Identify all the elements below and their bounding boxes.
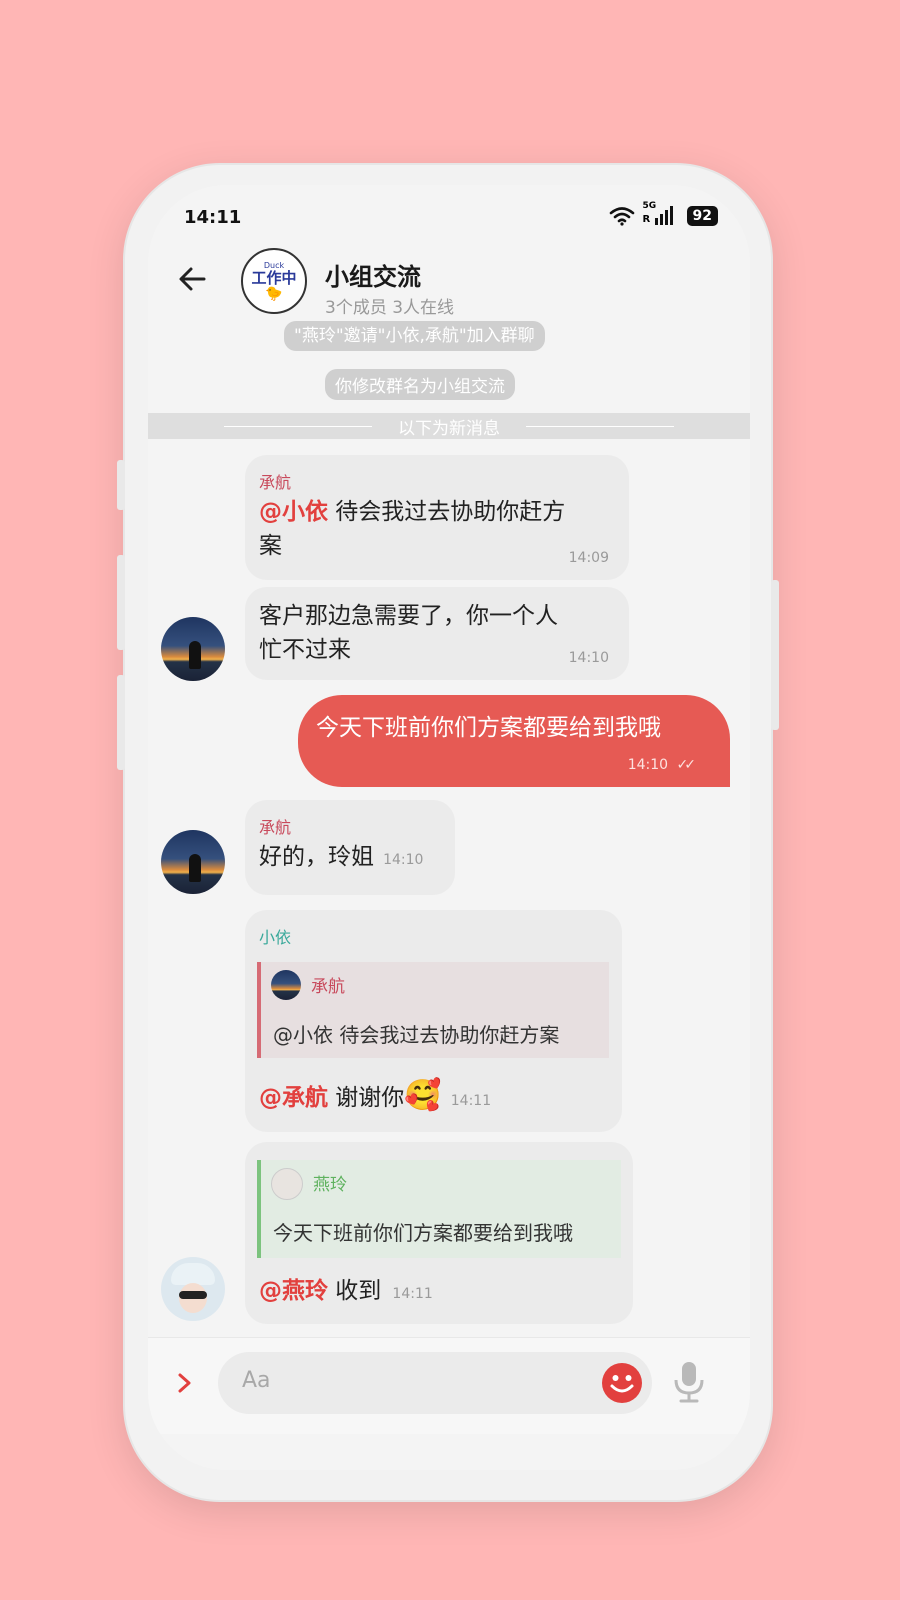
message-time: 14:11 (450, 1093, 492, 1109)
divider-line (224, 425, 372, 427)
message-text: @小依 待会我过去协助你赶方 案 (259, 495, 613, 563)
message-bubble[interactable]: 承航 @小依 待会我过去协助你赶方 案 14:09 (245, 455, 629, 580)
message-time: 14:10 (383, 852, 424, 868)
phone-side-button (117, 460, 125, 510)
battery-indicator: 92 (686, 206, 718, 226)
new-messages-divider: 以下为新消息 (148, 413, 750, 439)
input-placeholder: Aa (242, 1368, 271, 1393)
quoted-message[interactable]: 承航 @小依 待会我过去协助你赶方案 (257, 962, 609, 1058)
group-avatar-text: 工作中 (251, 268, 297, 287)
wifi-icon (609, 207, 634, 226)
sender-avatar[interactable] (161, 617, 225, 681)
quoted-message[interactable]: 燕玲 今天下班前你们方案都要给到我哦 (257, 1160, 621, 1258)
message-text: 今天下班前你们方案都要给到我哦 (316, 715, 661, 741)
sender-avatar[interactable] (161, 830, 225, 894)
message-text: 好的，玲姐 14:10 (259, 840, 439, 874)
message-text: 客户那边急需要了，你一个人 忙不过来 (259, 599, 613, 667)
message-text-part: 谢谢你 (328, 1085, 405, 1111)
message-input[interactable]: Aa (218, 1352, 652, 1414)
system-message: 你修改群名为小组交流 (325, 369, 515, 400)
chevron-right-icon[interactable] (172, 1369, 196, 1397)
microphone-icon[interactable] (672, 1360, 706, 1404)
sender-avatar[interactable] (161, 1257, 225, 1321)
quoted-sender: 承航 (311, 977, 345, 997)
smiley-icon[interactable] (601, 1362, 643, 1404)
message-bubble[interactable]: 客户那边急需要了，你一个人 忙不过来 14:10 (245, 587, 629, 680)
back-arrow-icon[interactable] (176, 263, 208, 295)
message-text: @燕玲 收到 14:11 (259, 1274, 433, 1308)
phone-side-button (117, 675, 125, 770)
phone-side-button (117, 555, 125, 650)
message-meta: 14:10 ✓✓ (627, 757, 697, 773)
group-avatar[interactable]: Duck 工作中 🐤 (241, 248, 307, 314)
phone-side-button (771, 580, 779, 730)
message-text-part: 好的，玲姐 (259, 844, 374, 870)
network-type-label: 5G (642, 201, 657, 211)
group-title[interactable]: 小组交流 (325, 257, 421, 292)
sender-name: 小依 (259, 928, 292, 947)
message-time: 14:10 (568, 650, 609, 666)
message-text-part: 收到 (328, 1278, 382, 1304)
quoted-sender: 燕玲 (313, 1175, 347, 1195)
roaming-label: R (642, 214, 651, 225)
mention[interactable]: @承航 (259, 1085, 328, 1111)
message-text-part: 忙不过来 (259, 637, 351, 663)
message-time: 14:10 (627, 757, 669, 773)
message-time: 14:11 (392, 1286, 433, 1302)
new-messages-label: 以下为新消息 (398, 418, 500, 439)
divider-line (526, 425, 674, 427)
duck-icon: 🐤 (265, 285, 283, 302)
message-bubble[interactable]: 承航 好的，玲姐 14:10 (245, 800, 455, 895)
quoted-text: @小依 待会我过去协助你赶方案 (273, 1023, 560, 1047)
cellular-icon: 5G R (642, 201, 679, 227)
reply-message-bubble[interactable]: 小依 承航 @小依 待会我过去协助你赶方案 @承航 谢谢你🥰 14:11 (245, 910, 622, 1132)
message-text: @承航 谢谢你🥰 14:11 (259, 1078, 491, 1115)
sunglasses-shape (179, 1291, 207, 1299)
system-message: "燕玲"邀请"小依,承航"加入群聊 (284, 321, 545, 351)
message-time: 14:09 (568, 550, 609, 566)
status-time: 14:11 (184, 207, 242, 228)
mention[interactable]: @燕玲 (259, 1278, 328, 1304)
status-icons: 5G R 92 (609, 201, 718, 227)
sender-name: 承航 (259, 473, 292, 492)
message-text-part: 待会我过去协助你赶方 (328, 499, 566, 525)
chat-screen: 14:11 5G R 92 Duck 工作中 🐤 小组交流 3个成员 3人在线 … (148, 185, 750, 1470)
group-member-status: 3个成员 3人在线 (325, 298, 455, 318)
read-check-icon: ✓✓ (676, 757, 697, 773)
message-text-part: 案 (259, 533, 282, 559)
mention[interactable]: @小依 (259, 499, 328, 525)
outgoing-message-bubble[interactable]: 今天下班前你们方案都要给到我哦 14:10 ✓✓ (298, 695, 730, 787)
quoted-avatar (271, 970, 301, 1000)
hat-shape (171, 1263, 215, 1285)
message-text-part: 客户那边急需要了，你一个人 (259, 603, 558, 629)
sender-name: 承航 (259, 818, 292, 837)
quoted-text: 今天下班前你们方案都要给到我哦 (273, 1221, 573, 1245)
quoted-avatar (271, 1168, 303, 1200)
emoji-icon: 🥰 (404, 1078, 442, 1113)
reply-message-bubble[interactable]: 燕玲 今天下班前你们方案都要给到我哦 @燕玲 收到 14:11 (245, 1142, 633, 1324)
